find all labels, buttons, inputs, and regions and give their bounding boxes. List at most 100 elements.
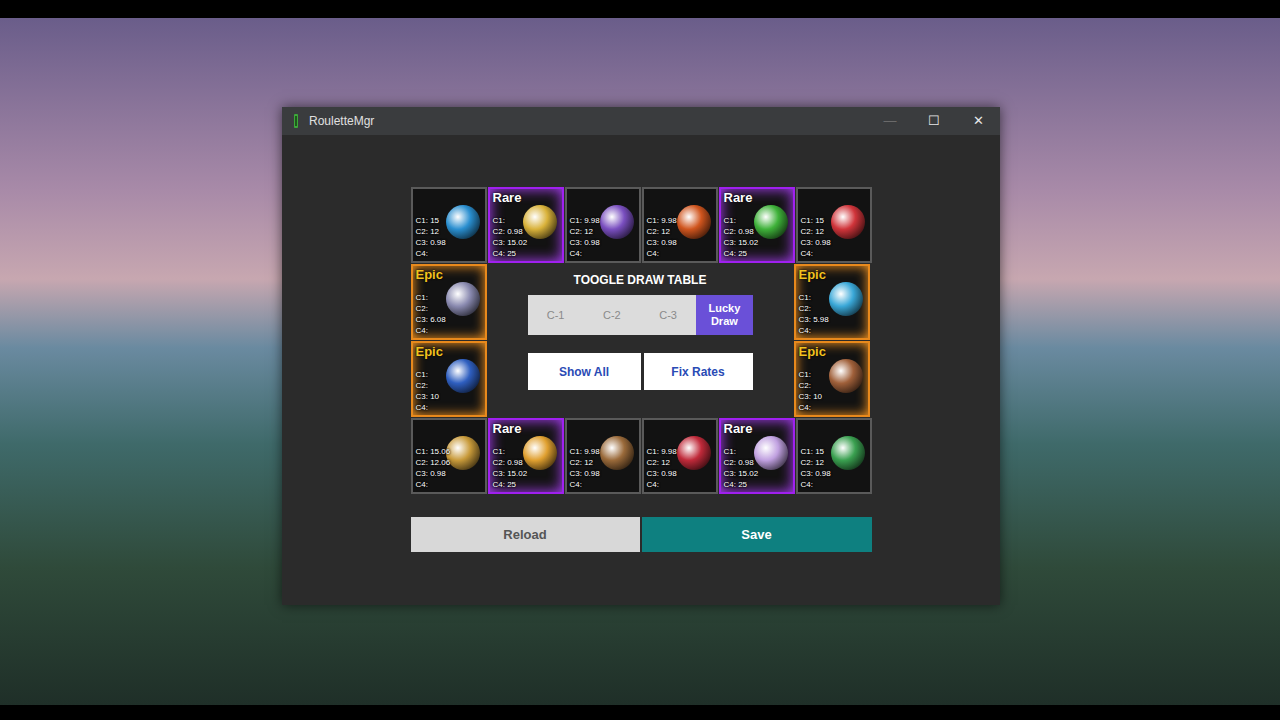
stat-line: C3: 0.98: [570, 468, 600, 479]
item-cell[interactable]: RareC1:C2: 0.98C3: 15.02C4: 25: [719, 418, 795, 494]
desktop: RouletteMgr—☐✕C1: 15C2: 12C3: 0.98C4:Rar…: [0, 0, 1280, 720]
stat-line: C4:: [570, 248, 600, 259]
stat-line: C1:: [724, 446, 759, 457]
item-stats: C1: 9.98C2: 12C3: 0.98C4:: [647, 215, 677, 259]
item-cell[interactable]: Rare C1:C2: 0.98C3: 15.02C4: 25: [488, 187, 564, 263]
stat-line: C4:: [416, 479, 451, 490]
item-cell[interactable]: C1: 15C2: 12C3: 0.98C4:: [411, 187, 487, 263]
item-stats: C1:C2:C3: 6.08C4:: [416, 292, 446, 336]
item-stats: C1: 9.98C2: 12C3: 0.98C4:: [570, 446, 600, 490]
stat-line: C1: 15: [801, 446, 831, 457]
stat-line: C2: 12: [801, 457, 831, 468]
item-cell[interactable]: C1: 15C2: 12C3: 0.98C4:: [796, 187, 872, 263]
stat-line: C1: 15.06: [416, 446, 451, 457]
stat-line: C4:: [799, 325, 829, 336]
stat-line: C3: 0.98: [647, 468, 677, 479]
item-stats: C1:C2: 0.98C3: 15.02C4: 25: [724, 215, 759, 259]
stat-line: C2: 0.98: [493, 226, 528, 237]
stat-line: C3: 0.98: [647, 237, 677, 248]
stat-line: C2: 12: [647, 457, 677, 468]
item-cell[interactable]: RareC1:C2: 0.98C3: 15.02C4: 25: [719, 187, 795, 263]
app-window: RouletteMgr—☐✕C1: 15C2: 12C3: 0.98C4:Rar…: [282, 107, 1000, 605]
item-cell[interactable]: C1: 9.98C2: 12C3: 0.98C4:: [565, 187, 641, 263]
grid-middle: Epic C1:C2:C3: 6.08C4: EpicC1:C2:C3: 10C4:…: [411, 264, 872, 417]
stat-line: C3: 6.08: [416, 314, 446, 325]
save-button[interactable]: Save: [642, 517, 872, 552]
item-icon: [754, 436, 788, 470]
stat-line: C3: 10: [799, 391, 823, 402]
stat-line: C1: 9.98: [647, 446, 677, 457]
stat-line: C2: 12: [570, 457, 600, 468]
draw-table-tab[interactable]: C-2: [584, 295, 640, 335]
rarity-badge: Epic: [799, 267, 826, 282]
window-control-button[interactable]: ✕: [956, 107, 1000, 135]
stat-line: C1: 9.98: [570, 446, 600, 457]
stat-line: C2: 12: [801, 226, 831, 237]
item-cell[interactable]: EpicC1:C2:C3: 10C4:: [411, 341, 487, 417]
window-control-button[interactable]: ☐: [912, 107, 956, 135]
draw-table-panel: TOOGLE DRAW TABLEC-1C-2C-3Lucky DrawShow…: [488, 264, 793, 417]
stat-line: C4:: [416, 325, 446, 336]
item-icon: [600, 436, 634, 470]
stat-line: C1: 15: [416, 215, 446, 226]
item-stats: C1:C2: 0.98C3: 15.02C4: 25: [724, 446, 759, 490]
rarity-badge: Epic: [416, 267, 443, 282]
stat-line: C3: 5.98: [799, 314, 829, 325]
item-icon: [831, 436, 865, 470]
item-cell[interactable]: Rare C1:C2: 0.98C3: 15.02C4: 25: [488, 418, 564, 494]
reload-button[interactable]: Reload: [411, 517, 640, 552]
stat-line: C2: 12: [570, 226, 600, 237]
item-stats: C1: 15C2: 12C3: 0.98C4:: [801, 215, 831, 259]
stat-line: C2: 12.06: [416, 457, 451, 468]
item-stats: C1: 15.06C2: 12.06C3: 0.98C4:: [416, 446, 451, 490]
item-cell[interactable]: Epic C1:C2:C3: 6.08C4:: [411, 264, 487, 340]
stat-line: C4:: [647, 479, 677, 490]
stat-line: C4:: [799, 402, 823, 413]
stat-line: C3: 0.98: [416, 237, 446, 248]
stat-line: C4:: [801, 248, 831, 259]
rarity-badge: Rare: [493, 421, 522, 436]
stat-line: C1: 9.98: [570, 215, 600, 226]
item-icon: [446, 359, 480, 393]
item-cell[interactable]: EpicC1:C2:C3: 10C4:: [794, 341, 870, 417]
draw-table-tab[interactable]: C-1: [528, 295, 584, 335]
item-cell[interactable]: C1: 9.98C2: 12C3: 0.98C4:: [642, 187, 718, 263]
stat-line: C2:: [799, 380, 823, 391]
stat-line: C2: 0.98: [493, 457, 528, 468]
rarity-badge: Rare: [493, 190, 522, 205]
action-button[interactable]: Show All: [528, 353, 641, 390]
stat-line: C2: 0.98: [724, 226, 759, 237]
stat-line: C4:: [570, 479, 600, 490]
grid-column: Epic C1:C2:C3: 5.98C4: EpicC1:C2:C3: 10C4:: [794, 264, 870, 417]
stat-line: C1:: [493, 446, 528, 457]
window-title: RouletteMgr: [309, 112, 374, 130]
app-logo-icon: [291, 114, 301, 128]
item-stats: C1:C2: 0.98C3: 15.02C4: 25: [493, 215, 528, 259]
draw-table-tab[interactable]: C-3: [640, 295, 696, 335]
item-cell[interactable]: C1: 15.06C2: 12.06C3: 0.98C4:: [411, 418, 487, 494]
stat-line: C1: 9.98: [647, 215, 677, 226]
stat-line: C2:: [416, 380, 440, 391]
draw-table-tab[interactable]: Lucky Draw: [696, 295, 752, 335]
item-icon: [446, 436, 480, 470]
item-cell[interactable]: Epic C1:C2:C3: 5.98C4:: [794, 264, 870, 340]
item-stats: C1:C2: 0.98C3: 15.02C4: 25: [493, 446, 528, 490]
stat-line: C1: 15: [801, 215, 831, 226]
item-stats: C1: 9.98C2: 12C3: 0.98C4:: [570, 215, 600, 259]
stat-line: C4:: [801, 479, 831, 490]
stat-line: C4:: [416, 402, 440, 413]
title-bar: RouletteMgr —☐✕: [282, 107, 1000, 135]
window-control-button[interactable]: —: [868, 107, 912, 135]
stat-line: C4: 25: [493, 248, 528, 259]
stat-line: C1:: [493, 215, 528, 226]
stat-line: C4: 25: [724, 479, 759, 490]
item-cell[interactable]: C1: 9.98C2: 12C3: 0.98C4:: [642, 418, 718, 494]
stat-line: C3: 15.02: [493, 468, 528, 479]
item-stats: C1: 9.98C2: 12C3: 0.98C4:: [647, 446, 677, 490]
stat-line: C2:: [799, 303, 829, 314]
action-button[interactable]: Fix Rates: [644, 353, 753, 390]
item-stats: C1:C2:C3: 5.98C4:: [799, 292, 829, 336]
item-icon: [523, 205, 557, 239]
item-cell[interactable]: C1: 9.98C2: 12C3: 0.98C4:: [565, 418, 641, 494]
item-cell[interactable]: C1: 15C2: 12C3: 0.98C4:: [796, 418, 872, 494]
